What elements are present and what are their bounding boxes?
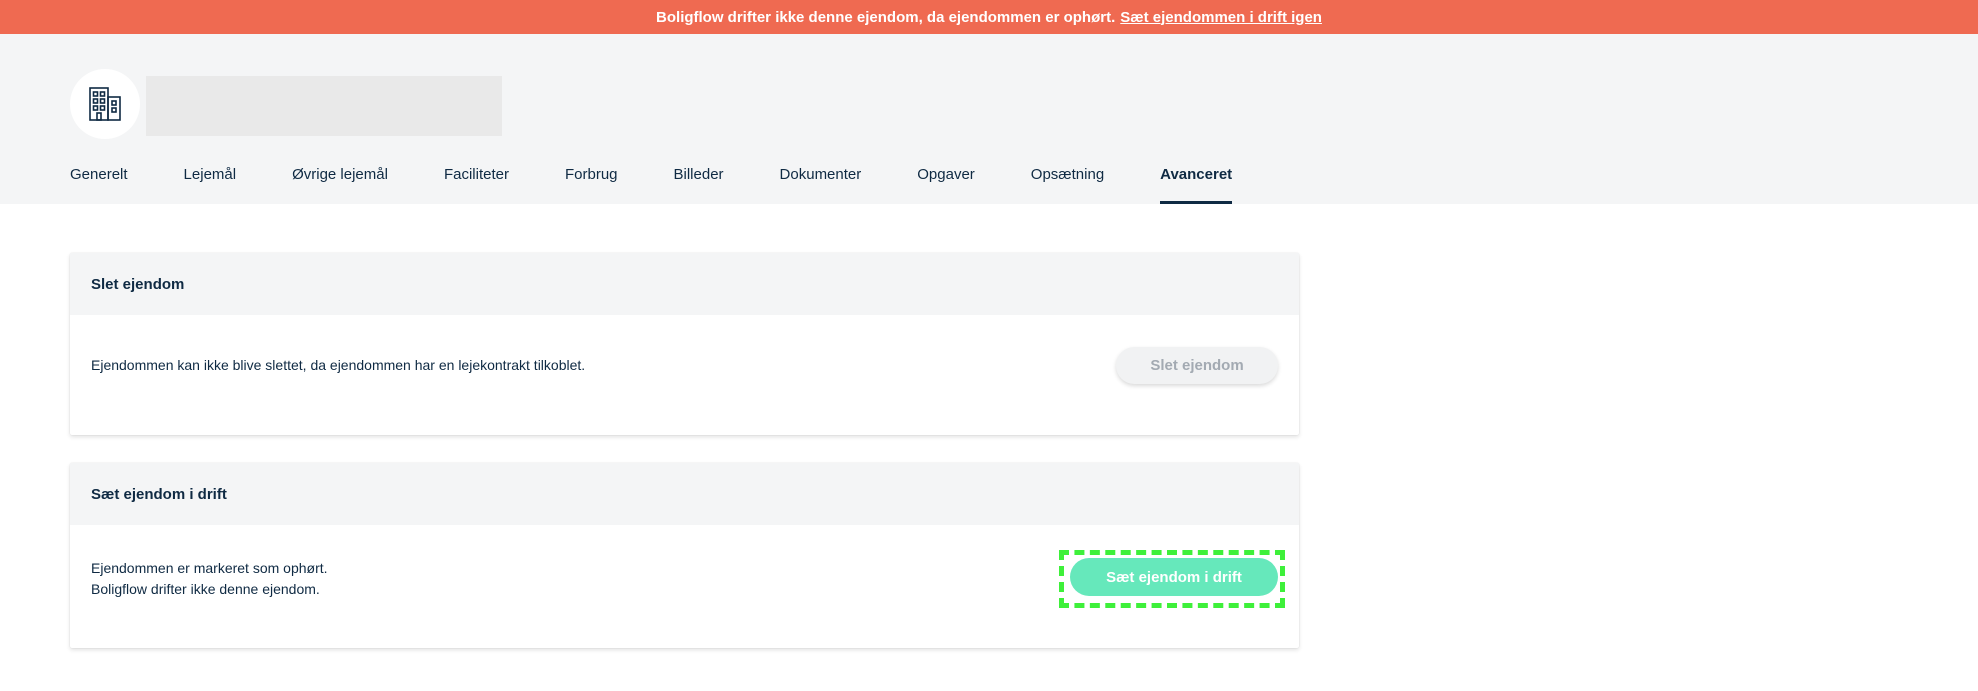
delete-card-title: Slet ejendom — [70, 253, 1299, 315]
tab-oevrige-lejemaal[interactable]: Øvrige lejemål — [292, 162, 388, 204]
activate-card-title: Sæt ejendom i drift — [70, 463, 1299, 525]
activate-card-line1: Ejendommen er markeret som ophørt. — [91, 560, 328, 576]
delete-card-body: Ejendommen kan ikke blive slettet, da ej… — [70, 315, 1299, 435]
delete-property-card: Slet ejendom Ejendommen kan ikke blive s… — [70, 253, 1299, 435]
property-avatar — [70, 69, 140, 139]
property-header: Generelt Lejemål Øvrige lejemål Facilite… — [0, 34, 1978, 204]
activate-card-body: Ejendommen er markeret som ophørt. Bolig… — [70, 525, 1299, 648]
banner-message: Boligflow drifter ikke denne ejendom, da… — [656, 8, 1116, 26]
tab-generelt[interactable]: Generelt — [70, 162, 128, 204]
notice-banner: Boligflow drifter ikke denne ejendom, da… — [0, 0, 1978, 34]
tab-faciliteter[interactable]: Faciliteter — [444, 162, 509, 204]
activate-property-button[interactable]: Sæt ejendom i drift — [1070, 558, 1278, 596]
tab-forbrug[interactable]: Forbrug — [565, 162, 618, 204]
tab-billeder[interactable]: Billeder — [674, 162, 724, 204]
property-name-placeholder — [146, 76, 502, 136]
tab-opgaver[interactable]: Opgaver — [917, 162, 975, 204]
activate-card-text: Ejendommen er markeret som ophørt. Bolig… — [91, 558, 328, 600]
property-tabs: Generelt Lejemål Øvrige lejemål Facilite… — [70, 162, 1288, 204]
tab-dokumenter[interactable]: Dokumenter — [780, 162, 862, 204]
delete-property-button[interactable]: Slet ejendom — [1116, 347, 1278, 384]
reactivate-link[interactable]: Sæt ejendommen i drift igen — [1120, 9, 1322, 26]
tab-opsaetning[interactable]: Opsætning — [1031, 162, 1104, 204]
activate-card-line2: Boligflow drifter ikke denne ejendom. — [91, 581, 320, 597]
tab-avanceret[interactable]: Avanceret — [1160, 162, 1233, 204]
tab-lejemaal[interactable]: Lejemål — [184, 162, 237, 204]
building-icon — [89, 87, 121, 121]
delete-card-text: Ejendommen kan ikke blive slettet, da ej… — [91, 357, 586, 373]
activate-property-card: Sæt ejendom i drift Ejendommen er marker… — [70, 463, 1299, 648]
